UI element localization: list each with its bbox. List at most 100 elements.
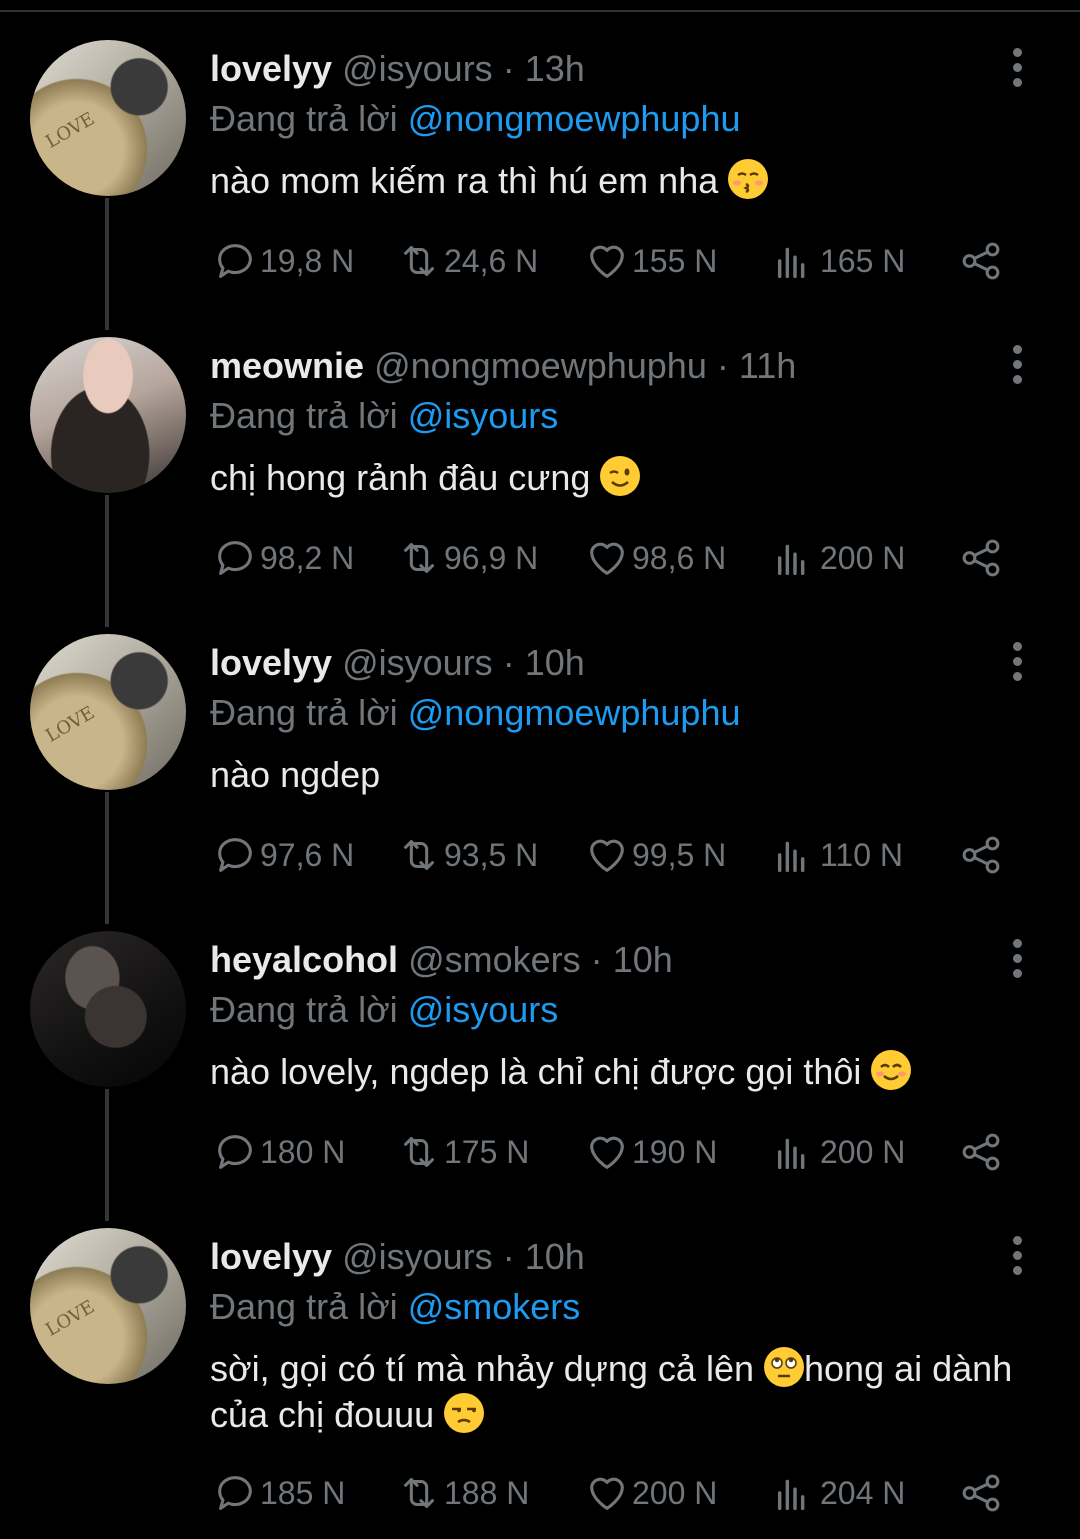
like-button[interactable]: 155 N [584,236,717,286]
mention-link[interactable]: @isyours [408,395,559,436]
reply-icon [218,244,252,278]
like-button[interactable]: 200 N [584,1468,717,1518]
avatar[interactable]: LOVE [30,1228,186,1384]
unamused-face-icon [444,1393,485,1433]
reply-button[interactable]: 97,6 N [212,830,354,880]
user-handle[interactable]: @isyours [342,1236,493,1277]
reply-prefix: Đang trả lời [210,395,398,436]
reply-button[interactable]: 98,2 N [212,533,354,583]
mention-link[interactable]: @nongmoewphuphu [408,692,741,733]
share-icon [962,1474,1000,1512]
tweet-header: lovelyy @isyours · 10h [210,1236,585,1278]
user-handle[interactable]: @nongmoewphuphu [374,345,707,386]
heart-icon [590,245,624,278]
display-name[interactable]: meownie [210,345,364,386]
more-options-icon[interactable] [1005,1236,1029,1278]
display-name[interactable]: lovelyy [210,642,332,683]
views-button[interactable]: 200 N [772,1127,905,1177]
timestamp[interactable]: 10h [525,642,585,683]
reply-button[interactable]: 19,8 N [212,236,354,286]
tweet-text-content: nào lovely, ngdep là chỉ chị được gọi th… [210,1051,862,1092]
heart-icon [590,1477,624,1510]
share-button[interactable] [958,830,1006,880]
more-options-icon[interactable] [1005,642,1029,684]
separator-dot: · [590,939,603,980]
avatar[interactable]: LOVE [30,40,186,196]
tweet-text: sời, gọi có tí mà nhảy dựng cả lên hong … [210,1346,1030,1438]
avatar[interactable]: LOVE [30,634,186,790]
user-handle[interactable]: @isyours [342,642,493,683]
like-button[interactable]: 190 N [584,1127,717,1177]
share-icon [962,1133,1000,1171]
views-button[interactable]: 110 N [772,830,903,880]
heart-icon [590,542,624,575]
tweet-text-content: chị hong rảnh đâu cưng [210,457,591,498]
timestamp[interactable]: 11h [739,345,796,386]
reply-button[interactable]: 185 N [212,1468,345,1518]
timestamp[interactable]: 10h [613,939,673,980]
mention-link[interactable]: @nongmoewphuphu [408,98,741,139]
mention-link[interactable]: @smokers [408,1286,581,1327]
thread-line [105,198,109,330]
retweet-icon [404,1137,434,1167]
share-button[interactable] [958,1468,1006,1518]
thread-line [105,495,109,627]
like-button[interactable]: 98,6 N [584,533,726,583]
user-handle[interactable]: @isyours [342,48,493,89]
views-button[interactable]: 204 N [772,1468,905,1518]
like-count: 98,6 N [632,539,727,576]
reply-button[interactable]: 180 N [212,1127,345,1177]
avatar[interactable] [30,931,186,1087]
views-icon [777,841,805,873]
retweet-icon [404,543,434,573]
heart-icon [590,839,624,872]
user-handle[interactable]: @smokers [408,939,581,980]
retweet-button[interactable]: 24,6 N [396,236,538,286]
view-count: 204 N [820,1474,906,1511]
separator-dot: · [502,642,515,683]
views-icon [777,247,805,279]
share-button[interactable] [958,236,1006,286]
views-icon [777,1479,805,1511]
more-options-icon[interactable] [1005,48,1029,90]
views-button[interactable]: 200 N [772,533,905,583]
share-button[interactable] [958,1127,1006,1177]
smiling-face-icon [871,1050,912,1090]
views-icon [777,1138,805,1170]
reply-count: 97,6 N [260,836,355,873]
retweet-button[interactable]: 188 N [396,1468,529,1518]
reply-icon [218,541,252,575]
mention-link[interactable]: @isyours [408,989,559,1030]
retweet-button[interactable]: 93,5 N [396,830,538,880]
retweet-button[interactable]: 96,9 N [396,533,538,583]
reply-prefix: Đang trả lời [210,989,398,1030]
thread-line [105,792,109,924]
tweet-text: nào ngdep [210,752,1030,798]
view-count: 200 N [820,539,906,576]
more-options-icon[interactable] [1005,939,1029,981]
retweet-icon [404,840,434,870]
retweet-button[interactable]: 175 N [396,1127,529,1177]
share-button[interactable] [958,533,1006,583]
display-name[interactable]: lovelyy [210,1236,332,1277]
avatar[interactable] [30,337,186,493]
reply-prefix: Đang trả lời [210,692,398,733]
more-options-icon[interactable] [1005,345,1029,387]
retweet-icon [404,1478,434,1508]
display-name[interactable]: lovelyy [210,48,332,89]
views-button[interactable]: 165 N [772,236,905,286]
view-count: 200 N [820,1133,906,1170]
reply-context: Đang trả lời @isyours [210,989,558,1031]
like-count: 155 N [632,242,718,279]
timestamp[interactable]: 10h [525,1236,585,1277]
timestamp[interactable]: 13h [525,48,585,89]
like-count: 200 N [632,1474,718,1511]
top-divider [0,10,1080,12]
tweet-text: chị hong rảnh đâu cưng [210,455,1030,501]
reply-prefix: Đang trả lời [210,98,398,139]
like-button[interactable]: 99,5 N [584,830,726,880]
retweet-count: 96,9 N [444,539,539,576]
action-bar: 19,8 N 24,6 N 155 N 165 N [210,236,1030,286]
display-name[interactable]: heyalcohol [210,939,398,980]
like-count: 99,5 N [632,836,727,873]
